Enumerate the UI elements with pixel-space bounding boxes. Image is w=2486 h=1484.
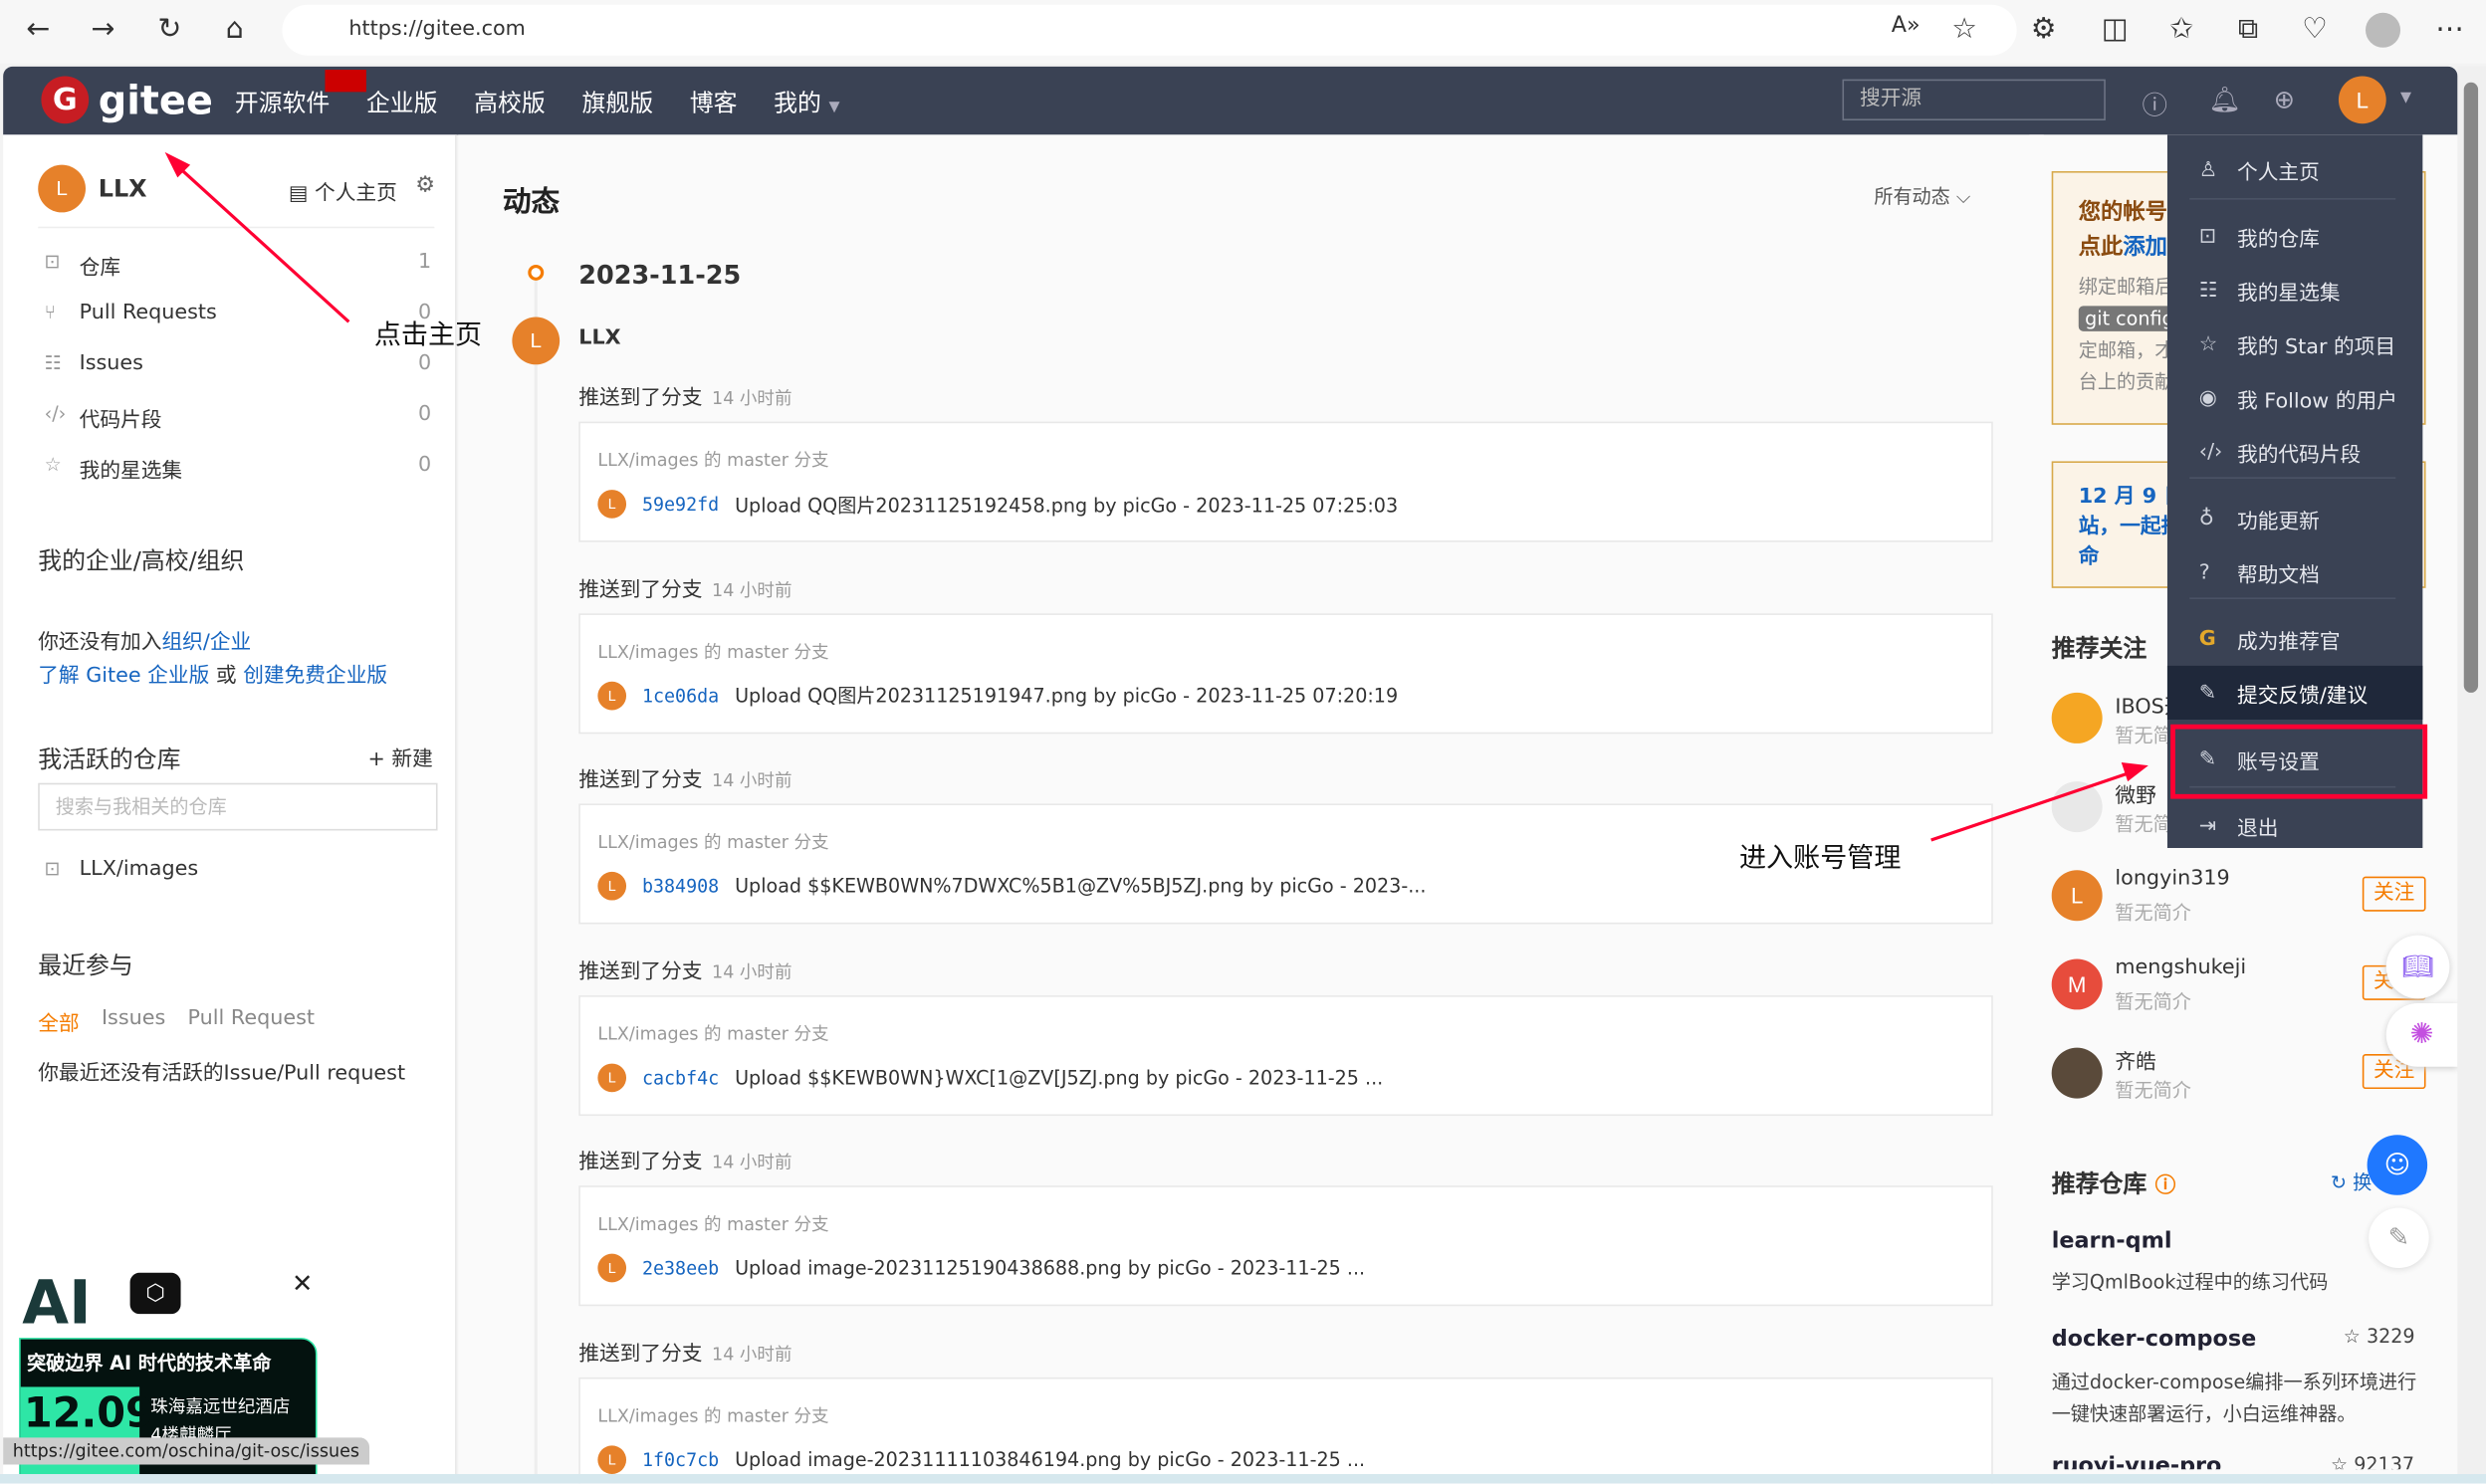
arrowhead-account [2121,761,2148,782]
arrow-to-home [173,161,350,323]
status-url-tooltip: https://gitee.com/oschina/git-osc/issues [3,1437,369,1465]
annotation-arrows [164,151,2148,842]
arrow-to-account [1930,770,2134,842]
annotation-click-home: 点击主页 [373,319,483,352]
annotation-enter-account: 进入账号管理 [1738,843,1902,876]
taskbar-edge [0,1474,2486,1484]
